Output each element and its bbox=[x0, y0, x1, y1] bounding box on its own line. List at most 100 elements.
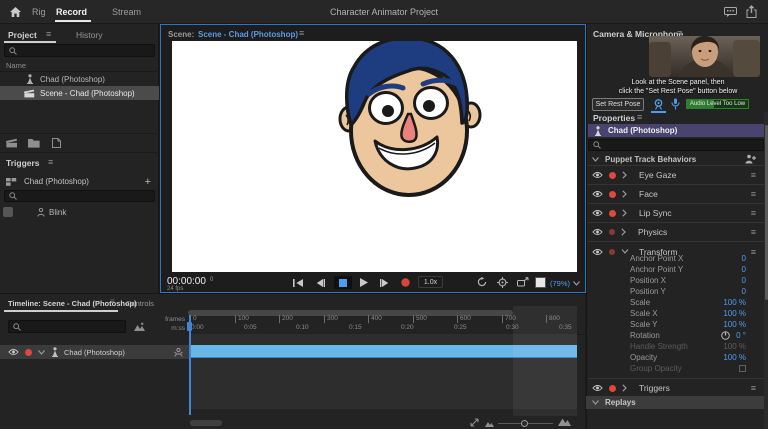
expand-chevron-icon[interactable] bbox=[621, 228, 626, 236]
snapshot-icon[interactable] bbox=[517, 277, 529, 287]
playhead-handle[interactable] bbox=[187, 322, 192, 331]
puppet-character-chad[interactable] bbox=[172, 41, 577, 272]
timeline-zoom-slider-knob[interactable] bbox=[521, 420, 528, 427]
behavior-row-face[interactable]: Face ≡ bbox=[588, 185, 764, 204]
properties-search-input[interactable] bbox=[588, 139, 764, 151]
trigger-set-row[interactable]: Chad (Photoshop) + bbox=[0, 174, 159, 189]
track-header-row[interactable]: Chad (Photoshop) bbox=[0, 345, 189, 359]
share-icon[interactable] bbox=[746, 5, 757, 18]
tab-project[interactable]: Project bbox=[8, 30, 37, 40]
arm-for-record-dot[interactable] bbox=[609, 190, 616, 198]
arm-for-record-dot[interactable] bbox=[25, 348, 32, 356]
properties-selected-row[interactable]: Chad (Photoshop) bbox=[588, 124, 764, 137]
project-search-input[interactable] bbox=[4, 44, 155, 57]
scene-header-title[interactable]: Scene - Chad (Photoshop) bbox=[198, 30, 298, 39]
behavior-menu-icon[interactable]: ≡ bbox=[751, 384, 756, 393]
tab-timeline[interactable]: Timeline: Scene - Chad (Photoshop) bbox=[8, 299, 137, 308]
expand-chevron-icon[interactable] bbox=[622, 209, 627, 217]
fit-timeline-icon[interactable] bbox=[470, 418, 479, 427]
new-item-icon[interactable] bbox=[52, 138, 61, 148]
rotation-dial-icon[interactable] bbox=[721, 331, 730, 340]
property-value[interactable]: 0 bbox=[742, 276, 746, 285]
background-color-swatch[interactable] bbox=[535, 277, 546, 288]
camera-toggle-icon[interactable] bbox=[653, 99, 664, 110]
zoom-in-mountain-icon[interactable] bbox=[558, 417, 571, 426]
property-value[interactable]: 0 bbox=[742, 254, 746, 263]
trigger-row-blink[interactable]: Blink bbox=[0, 205, 159, 219]
zoom-dropdown-chevron-icon[interactable] bbox=[573, 281, 580, 286]
group-opacity-checkbox[interactable] bbox=[739, 365, 746, 372]
new-scene-icon[interactable] bbox=[6, 138, 18, 148]
behavior-row-lip-sync[interactable]: Lip Sync ≡ bbox=[588, 204, 764, 223]
expand-chevron-icon[interactable] bbox=[622, 384, 627, 392]
tab-controls[interactable]: Controls bbox=[126, 299, 154, 308]
add-behavior-icon[interactable] bbox=[745, 154, 756, 164]
comments-icon[interactable] bbox=[724, 7, 737, 17]
record-button[interactable] bbox=[401, 278, 410, 287]
visibility-eye-icon[interactable] bbox=[8, 348, 19, 356]
visibility-eye-icon[interactable] bbox=[592, 171, 603, 179]
zoom-out-mountain-icon[interactable] bbox=[485, 421, 494, 427]
behavior-menu-icon[interactable]: ≡ bbox=[751, 190, 756, 199]
collapse-chevron-icon[interactable] bbox=[38, 349, 45, 355]
behavior-row-triggers[interactable]: Triggers ≡ bbox=[588, 378, 764, 397]
arm-for-record-dot[interactable] bbox=[609, 209, 616, 217]
properties-panel-menu-icon[interactable]: ≡ bbox=[637, 113, 642, 122]
home-icon[interactable] bbox=[10, 7, 21, 17]
playback-speed-control[interactable]: 1.0x bbox=[418, 276, 443, 288]
property-value[interactable]: 0 bbox=[742, 265, 746, 274]
webcam-preview[interactable] bbox=[649, 36, 760, 77]
microphone-toggle-icon[interactable] bbox=[671, 98, 680, 110]
expand-chevron-icon[interactable] bbox=[622, 190, 627, 198]
property-value[interactable]: 100 % bbox=[723, 309, 746, 318]
behaviors-section-header[interactable]: Puppet Track Behaviors bbox=[588, 153, 764, 166]
property-value[interactable]: 100 % bbox=[723, 320, 746, 329]
project-panel-menu-icon[interactable]: ≡ bbox=[46, 30, 51, 39]
go-to-start-button[interactable] bbox=[293, 279, 303, 287]
play-button[interactable] bbox=[360, 278, 368, 287]
property-value[interactable]: 100 % bbox=[723, 353, 746, 362]
properties-scrollbar-thumb[interactable] bbox=[764, 125, 768, 300]
camera-reset-icon[interactable] bbox=[497, 277, 508, 288]
property-value[interactable]: 0 bbox=[742, 287, 746, 296]
shortcut-key-badge[interactable] bbox=[3, 207, 13, 217]
step-forward-button[interactable] bbox=[380, 279, 389, 287]
triggers-panel-title[interactable]: Triggers bbox=[6, 158, 40, 168]
property-value[interactable]: 100 % bbox=[723, 298, 746, 307]
properties-scrollbar-track[interactable] bbox=[764, 112, 768, 429]
timeline-panel-menu-icon[interactable]: ≡ bbox=[110, 298, 115, 306]
arm-for-record-dot[interactable] bbox=[609, 384, 616, 392]
stop-button[interactable] bbox=[334, 276, 352, 289]
project-item-scene[interactable]: Scene - Chad (Photoshop) bbox=[0, 86, 159, 100]
scene-panel-menu-icon[interactable]: ≡ bbox=[299, 29, 304, 38]
behavior-menu-icon[interactable]: ≡ bbox=[751, 228, 756, 237]
behavior-row-eye-gaze[interactable]: Eye Gaze ≡ bbox=[588, 166, 764, 185]
new-folder-icon[interactable] bbox=[28, 138, 40, 148]
add-trigger-button[interactable]: + bbox=[145, 176, 151, 188]
property-value[interactable]: 0 ° bbox=[736, 331, 746, 340]
loop-playback-icon[interactable] bbox=[477, 277, 487, 287]
visibility-eye-icon[interactable] bbox=[592, 209, 603, 217]
arm-for-record-dot[interactable] bbox=[609, 229, 615, 235]
scene-stage[interactable] bbox=[172, 41, 577, 272]
arm-for-record-dot[interactable] bbox=[609, 171, 616, 179]
tab-rig[interactable]: Rig bbox=[32, 7, 46, 17]
timeline-search-input[interactable] bbox=[8, 320, 126, 333]
expand-chevron-icon[interactable] bbox=[622, 171, 627, 179]
tab-stream[interactable]: Stream bbox=[112, 7, 141, 17]
set-rest-pose-button[interactable]: Set Rest Pose bbox=[592, 98, 644, 111]
timeline-snap-icon[interactable] bbox=[134, 322, 145, 331]
triggers-panel-menu-icon[interactable]: ≡ bbox=[48, 158, 53, 167]
section-collapse-chevron-icon[interactable] bbox=[592, 400, 599, 405]
replays-section-header[interactable]: Replays bbox=[586, 396, 764, 409]
behavior-menu-icon[interactable]: ≡ bbox=[751, 209, 756, 218]
tab-history[interactable]: History bbox=[76, 30, 102, 40]
project-item-puppet[interactable]: Chad (Photoshop) bbox=[0, 72, 159, 86]
tab-record[interactable]: Record bbox=[56, 7, 87, 17]
section-collapse-chevron-icon[interactable] bbox=[592, 156, 599, 162]
behavior-menu-icon[interactable]: ≡ bbox=[751, 171, 756, 180]
visibility-eye-icon[interactable] bbox=[592, 228, 603, 236]
horizontal-scrollbar-thumb[interactable] bbox=[190, 420, 222, 426]
behavior-row-physics[interactable]: Physics ≡ bbox=[588, 223, 764, 242]
triggers-search-input[interactable] bbox=[4, 190, 155, 202]
